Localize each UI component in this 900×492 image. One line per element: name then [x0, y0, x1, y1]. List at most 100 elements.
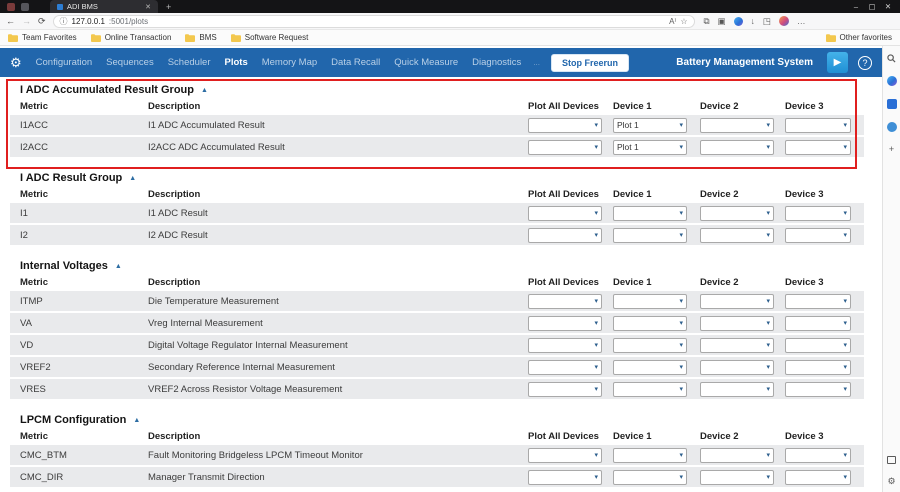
read-aloud-icon[interactable]: A⁾ [669, 17, 676, 26]
nav-item-scheduler[interactable]: Scheduler [161, 57, 218, 68]
plot-all-devices-select[interactable]: ▾ [528, 228, 602, 243]
bookmarks-bar: Team Favorites Online Transaction BMS Softw… [0, 30, 900, 46]
device2-select[interactable]: ▾ [700, 118, 774, 133]
device2-select[interactable]: ▾ [700, 140, 774, 155]
favorite-star-icon[interactable]: ☆ [680, 17, 687, 26]
device2-select[interactable]: ▾ [700, 470, 774, 485]
nav-item-data-recall[interactable]: Data Recall [324, 57, 387, 68]
stop-freerun-button[interactable]: Stop Freerun [551, 54, 629, 72]
plot-all-devices-select[interactable]: ▾ [528, 470, 602, 485]
bookmark-folder-bms[interactable]: BMS [185, 33, 216, 42]
nav-item-sequences[interactable]: Sequences [99, 57, 161, 68]
device1-select[interactable]: ▾ [613, 360, 687, 375]
plot-all-devices-select[interactable]: ▾ [528, 360, 602, 375]
browser-tab[interactable]: ADI BMS ✕ [50, 0, 158, 13]
plot-all-devices-select[interactable]: ▾ [528, 448, 602, 463]
device1-select[interactable]: ▾ [613, 338, 687, 353]
more-menu-icon[interactable]: … [797, 16, 806, 26]
device2-select[interactable]: ▾ [700, 206, 774, 221]
window-maximize-button[interactable]: ▢ [864, 2, 880, 11]
device2-select[interactable]: ▾ [700, 448, 774, 463]
collections-icon[interactable]: ▣ [718, 16, 726, 27]
nav-item-configuration[interactable]: Configuration [29, 57, 100, 68]
split-screen-icon[interactable]: ⧉ [704, 16, 710, 27]
bookmark-folder-team-favorites[interactable]: Team Favorites [8, 33, 77, 42]
bookmark-folder-software-request[interactable]: Software Request [231, 33, 309, 42]
device2-select[interactable]: ▾ [700, 228, 774, 243]
collapse-arrow-icon[interactable]: ▲ [133, 417, 140, 424]
collapse-arrow-icon[interactable]: ▲ [201, 87, 208, 94]
other-favorites-label: Other favorites [840, 33, 892, 42]
device1-select[interactable]: ▾ [613, 228, 687, 243]
device1-select[interactable]: ▾ [613, 294, 687, 309]
device3-select[interactable]: ▾ [785, 316, 851, 331]
settings-gear-icon[interactable]: ⚙ [10, 55, 22, 71]
device1-select[interactable]: Plot 1▾ [613, 140, 687, 155]
device3-select[interactable]: ▾ [785, 360, 851, 375]
device3-select[interactable]: ▾ [785, 294, 851, 309]
device2-select[interactable]: ▾ [700, 338, 774, 353]
refresh-button[interactable]: ⟳ [38, 16, 46, 27]
nav-overflow-icon[interactable]: ... [528, 58, 545, 67]
device3-select[interactable]: ▾ [785, 140, 851, 155]
device2-select[interactable]: ▾ [700, 294, 774, 309]
plot-all-devices-select[interactable]: ▾ [528, 140, 602, 155]
nav-item-quick-measure[interactable]: Quick Measure [387, 57, 465, 68]
bookmark-folder-online-transaction[interactable]: Online Transaction [91, 33, 172, 42]
address-bar[interactable]: ⓘ 127.0.0.1 :5001/plots A⁾ ☆ [53, 15, 695, 28]
workspaces-icon[interactable] [21, 3, 29, 11]
column-header: Plot All Devices [528, 189, 613, 200]
screenshot-tool-icon[interactable] [887, 456, 896, 464]
site-info-icon[interactable]: ⓘ [60, 16, 68, 27]
outlook-icon[interactable] [887, 122, 897, 132]
microsoft365-icon[interactable] [887, 99, 897, 109]
add-sidebar-item-icon[interactable]: + [889, 145, 894, 154]
forward-button[interactable]: → [22, 16, 31, 26]
profile-avatar[interactable] [779, 16, 789, 26]
extensions-icon[interactable]: ◳ [763, 16, 771, 27]
plot-all-devices-select[interactable]: ▾ [528, 294, 602, 309]
tab-close-icon[interactable]: ✕ [145, 3, 151, 11]
device3-select[interactable]: ▾ [785, 448, 851, 463]
plot-all-devices-select[interactable]: ▾ [528, 316, 602, 331]
new-tab-button[interactable]: + [166, 2, 171, 12]
pinned-app-icon[interactable] [7, 3, 15, 11]
device1-select[interactable]: ▾ [613, 448, 687, 463]
device2-select[interactable]: ▾ [700, 382, 774, 397]
help-icon[interactable]: ? [858, 56, 872, 70]
window-minimize-button[interactable]: – [848, 2, 864, 11]
other-favorites-folder[interactable]: Other favorites [826, 33, 892, 42]
plot-all-devices-select[interactable]: ▾ [528, 118, 602, 133]
nav-item-plots[interactable]: Plots [218, 57, 255, 68]
device3-select[interactable]: ▾ [785, 206, 851, 221]
device3-select[interactable]: ▾ [785, 470, 851, 485]
copilot-sidebar-icon[interactable] [887, 76, 897, 86]
device1-select[interactable]: ▾ [613, 382, 687, 397]
device2-select[interactable]: ▾ [700, 360, 774, 375]
plot-all-devices-select[interactable]: ▾ [528, 206, 602, 221]
downloads-icon[interactable]: ↓ [751, 16, 755, 26]
device3-select[interactable]: ▾ [785, 338, 851, 353]
collapse-arrow-icon[interactable]: ▲ [129, 175, 136, 182]
plot-all-devices-select[interactable]: ▾ [528, 382, 602, 397]
plot-all-devices-select[interactable]: ▾ [528, 338, 602, 353]
device1-select[interactable]: Plot 1▾ [613, 118, 687, 133]
search-icon[interactable] [887, 54, 896, 63]
sidebar-settings-gear-icon[interactable]: ⚙ [887, 477, 895, 486]
back-button[interactable]: ← [6, 16, 15, 26]
table-header-row: MetricDescriptionPlot All DevicesDevice … [10, 98, 864, 115]
table-row: VRESVREF2 Across Resistor Voltage Measur… [10, 379, 864, 399]
device1-select[interactable]: ▾ [613, 470, 687, 485]
collapse-arrow-icon[interactable]: ▲ [115, 263, 122, 270]
window-close-button[interactable]: ✕ [880, 2, 896, 11]
run-play-button[interactable]: ▶ [827, 52, 848, 73]
nav-item-diagnostics[interactable]: Diagnostics [465, 57, 528, 68]
device3-select[interactable]: ▾ [785, 228, 851, 243]
device1-select[interactable]: ▾ [613, 206, 687, 221]
device1-select[interactable]: ▾ [613, 316, 687, 331]
nav-item-memory-map[interactable]: Memory Map [255, 57, 324, 68]
device3-select[interactable]: ▾ [785, 118, 851, 133]
device3-select[interactable]: ▾ [785, 382, 851, 397]
copilot-icon[interactable] [734, 17, 743, 26]
device2-select[interactable]: ▾ [700, 316, 774, 331]
